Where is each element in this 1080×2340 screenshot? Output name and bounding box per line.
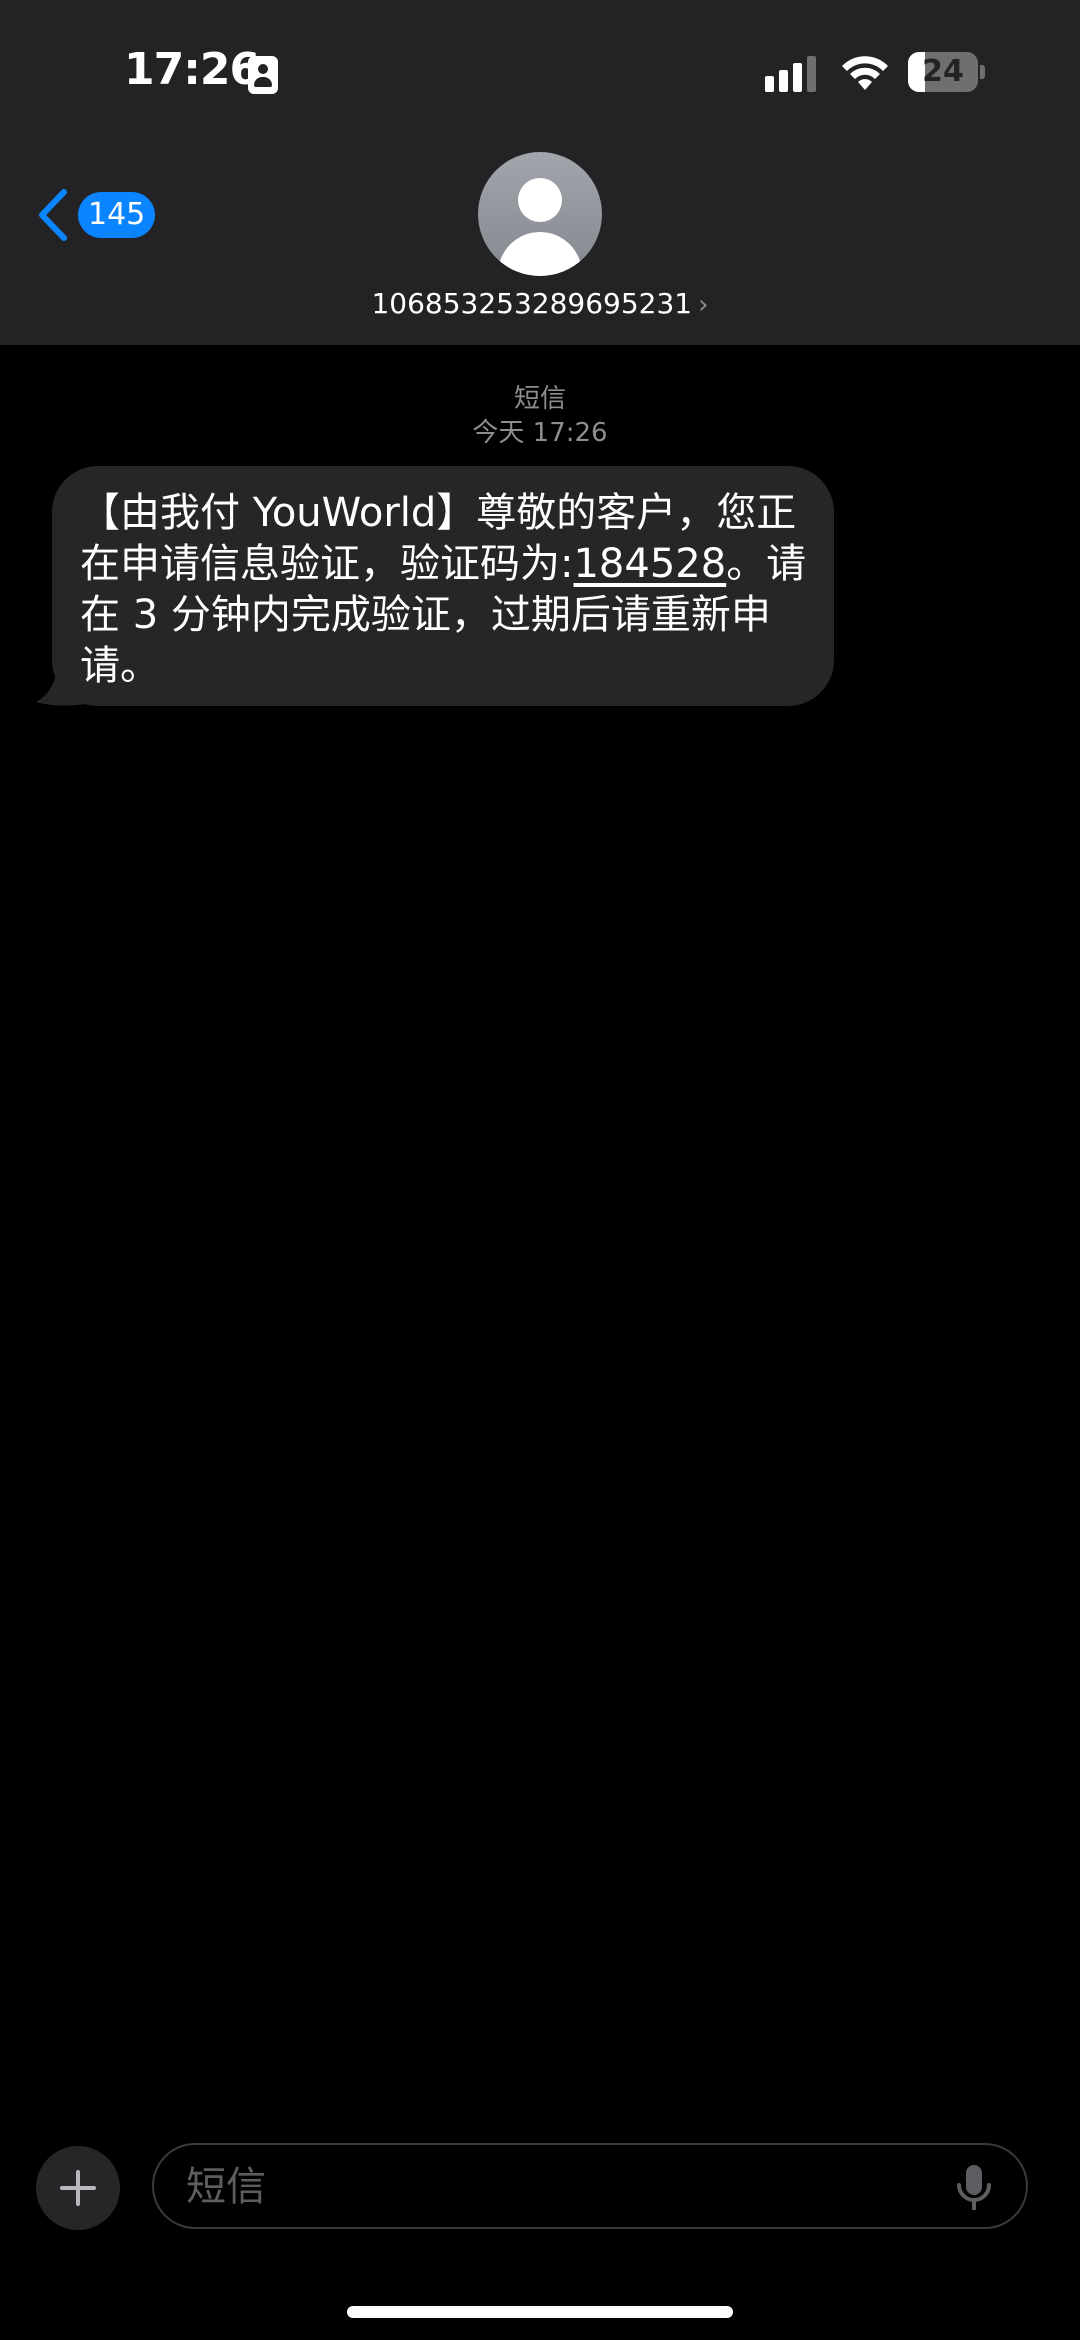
cellular-signal-icon xyxy=(765,56,816,92)
person-silhouette-icon xyxy=(518,178,562,222)
back-button[interactable]: 145 xyxy=(36,186,166,244)
microphone-icon[interactable] xyxy=(954,2163,994,2213)
contact-avatar[interactable] xyxy=(478,152,602,276)
status-time: 17:26 xyxy=(124,44,260,95)
message-text: 【由我付 YouWorld】尊敬的客户，您正在申请信息验证，验证码为:18452… xyxy=(80,488,820,692)
person-card-icon xyxy=(248,56,278,94)
unread-count-badge: 145 xyxy=(78,192,156,238)
battery-level: 24 xyxy=(922,54,964,89)
message-service-label: 短信 xyxy=(513,384,566,414)
battery-icon: 24 xyxy=(908,52,985,92)
contact-number: 106853253289695231 xyxy=(371,287,693,320)
chevron-left-icon xyxy=(39,189,67,241)
home-indicator[interactable] xyxy=(347,2306,733,2318)
chevron-right-icon: › xyxy=(698,290,709,320)
contact-name-button[interactable]: 106853253289695231 › xyxy=(0,287,1080,320)
incoming-message[interactable]: 【由我付 YouWorld】尊敬的客户，您正在申请信息验证，验证码为:18452… xyxy=(36,466,836,706)
conversation-header: 17:26 24 145 106853253289695231 › xyxy=(0,0,1080,345)
verification-code-link[interactable]: 184528 xyxy=(573,541,726,587)
message-timestamp: 今天 17:26 xyxy=(472,418,608,448)
message-composer xyxy=(152,2143,1028,2229)
message-input[interactable] xyxy=(184,2155,928,2219)
wifi-icon xyxy=(842,56,888,90)
add-attachment-button[interactable] xyxy=(36,2146,120,2230)
